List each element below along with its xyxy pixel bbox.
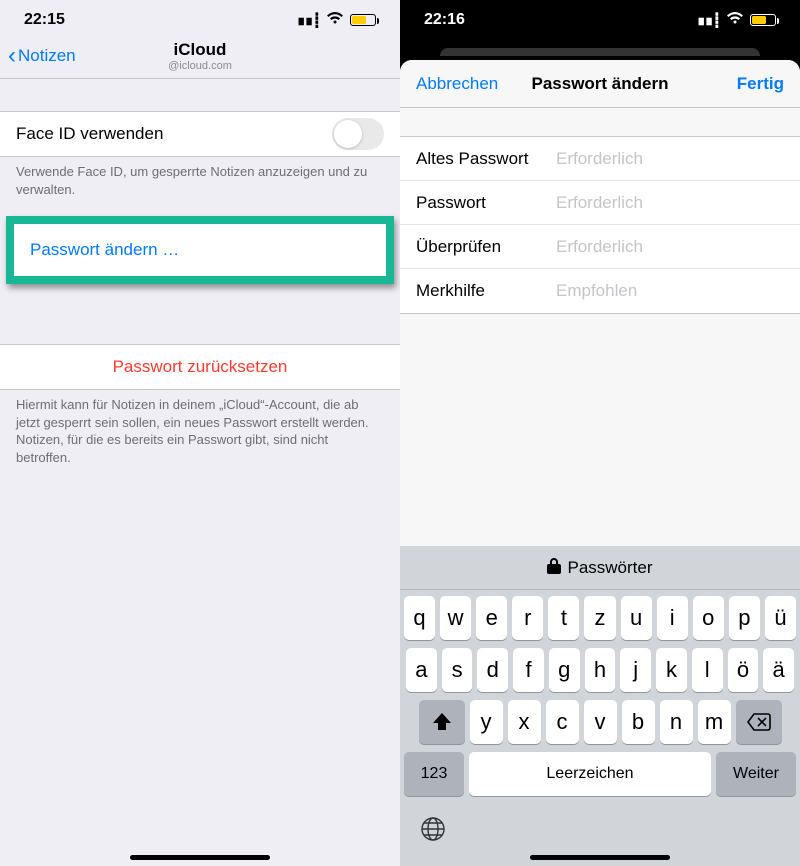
key-b[interactable]: b: [622, 700, 655, 744]
left-screenshot: 22:15 ∎∎┋ ‹ Notizen iCloud @icloud.com F…: [0, 0, 400, 866]
key-icon: [547, 558, 561, 578]
key-m[interactable]: m: [698, 700, 731, 744]
field-placeholder: Erforderlich: [556, 237, 643, 257]
key-w[interactable]: w: [440, 596, 471, 640]
keyboard-suggestion-text: Passwörter: [567, 558, 652, 578]
key-g[interactable]: g: [549, 648, 580, 692]
verify-password-field[interactable]: Überprüfen Erforderlich: [400, 225, 800, 269]
field-label: Passwort: [416, 193, 556, 213]
key-i[interactable]: i: [657, 596, 688, 640]
status-bar: 22:15 ∎∎┋: [0, 0, 400, 40]
field-placeholder: Erforderlich: [556, 149, 643, 169]
key-r[interactable]: r: [512, 596, 543, 640]
change-password-label: Passwort ändern …: [30, 240, 179, 260]
key-a[interactable]: a: [406, 648, 437, 692]
chevron-left-icon: ‹: [8, 44, 16, 68]
key-ö[interactable]: ö: [728, 648, 759, 692]
key-d[interactable]: d: [477, 648, 508, 692]
key-f[interactable]: f: [513, 648, 544, 692]
field-label: Altes Passwort: [416, 149, 556, 169]
new-password-field[interactable]: Passwort Erforderlich: [400, 181, 800, 225]
status-bar: 22:16 ∎∎┋: [400, 0, 800, 40]
nav-subtitle: @icloud.com: [168, 60, 232, 72]
key-c[interactable]: c: [546, 700, 579, 744]
cellular-icon: ∎∎┋: [297, 12, 320, 29]
faceid-footer: Verwende Face ID, um gesperrte Notizen a…: [0, 157, 400, 198]
numbers-key[interactable]: 123: [404, 752, 464, 796]
battery-icon: [750, 14, 776, 26]
space-key[interactable]: Leerzeichen: [469, 752, 711, 796]
reset-group: Passwort zurücksetzen: [0, 344, 400, 390]
cancel-button[interactable]: Abbrechen: [416, 74, 498, 94]
key-j[interactable]: j: [620, 648, 651, 692]
hint-field[interactable]: Merkhilfe Empfohlen: [400, 269, 800, 313]
faceid-switch[interactable]: [332, 118, 384, 150]
globe-key[interactable]: [420, 816, 446, 848]
faceid-label: Face ID verwenden: [16, 124, 163, 144]
key-e[interactable]: e: [476, 596, 507, 640]
done-button[interactable]: Fertig: [737, 74, 784, 94]
field-label: Überprüfen: [416, 237, 556, 257]
key-z[interactable]: z: [584, 596, 615, 640]
field-placeholder: Empfohlen: [556, 281, 637, 301]
key-v[interactable]: v: [584, 700, 617, 744]
sheet-nav: Abbrechen Passwort ändern Fertig: [400, 60, 800, 108]
key-s[interactable]: s: [442, 648, 473, 692]
reset-password-button[interactable]: Passwort zurücksetzen: [0, 345, 400, 389]
back-button[interactable]: ‹ Notizen: [8, 44, 76, 68]
status-time: 22:15: [24, 11, 65, 29]
key-ü[interactable]: ü: [765, 596, 796, 640]
key-l[interactable]: l: [692, 648, 723, 692]
password-fields: Altes Passwort Erforderlich Passwort Erf…: [400, 136, 800, 314]
highlight-box: Passwort ändern …: [6, 216, 394, 284]
status-time: 22:16: [424, 11, 465, 29]
faceid-group: Face ID verwenden: [0, 111, 400, 157]
old-password-field[interactable]: Altes Passwort Erforderlich: [400, 137, 800, 181]
key-u[interactable]: u: [621, 596, 652, 640]
field-placeholder: Erforderlich: [556, 193, 643, 213]
key-q[interactable]: q: [404, 596, 435, 640]
battery-icon: [350, 14, 376, 26]
next-key[interactable]: Weiter: [716, 752, 796, 796]
sheet-title: Passwort ändern: [532, 74, 669, 94]
sheet-grabber[interactable]: [440, 48, 760, 56]
right-screenshot: 22:16 ∎∎┋ Abbrechen Passwort ändern Fert…: [400, 0, 800, 866]
keyboard-suggestion-bar[interactable]: Passwörter: [400, 546, 800, 590]
cellular-icon: ∎∎┋: [697, 12, 720, 29]
back-label: Notizen: [18, 46, 76, 66]
key-y[interactable]: y: [470, 700, 503, 744]
key-n[interactable]: n: [660, 700, 693, 744]
nav-title: iCloud: [168, 40, 232, 60]
home-indicator[interactable]: [530, 855, 670, 860]
key-p[interactable]: p: [729, 596, 760, 640]
wifi-icon: [726, 11, 744, 30]
keyboard: Passwörter qwertzuiopü asdfghjklöä yxcvb…: [400, 546, 800, 866]
change-password-button[interactable]: Passwort ändern …: [14, 224, 386, 276]
key-ä[interactable]: ä: [763, 648, 794, 692]
field-label: Merkhilfe: [416, 281, 556, 301]
key-h[interactable]: h: [585, 648, 616, 692]
reset-password-label: Passwort zurücksetzen: [113, 357, 288, 377]
nav-bar: ‹ Notizen iCloud @icloud.com: [0, 40, 400, 79]
sheet-grabber-area: [400, 40, 800, 60]
key-k[interactable]: k: [656, 648, 687, 692]
key-o[interactable]: o: [693, 596, 724, 640]
faceid-row[interactable]: Face ID verwenden: [0, 112, 400, 156]
reset-footer: Hiermit kann für Notizen in deinem „iClo…: [0, 390, 400, 466]
shift-key[interactable]: [419, 700, 465, 744]
backspace-key[interactable]: [736, 700, 782, 744]
wifi-icon: [326, 11, 344, 30]
key-x[interactable]: x: [508, 700, 541, 744]
key-t[interactable]: t: [548, 596, 579, 640]
home-indicator[interactable]: [130, 855, 270, 860]
